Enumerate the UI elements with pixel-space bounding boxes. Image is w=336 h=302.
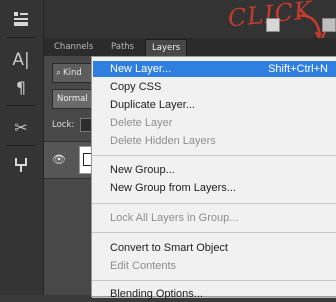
panel-tab-bar: Channels Paths Layers (44, 38, 336, 57)
filter-kind-label: Kind (63, 68, 82, 78)
lock-label: Lock: (52, 120, 75, 130)
menu-item-shortcut: Shift+Ctrl+N (268, 63, 328, 75)
tool-separator (6, 145, 36, 146)
menu-item-delete-hidden-layers: Delete Hidden Layers (110, 135, 216, 147)
menu-divider (92, 203, 336, 204)
menu-item-label: New Layer... (110, 63, 172, 75)
menu-item-edit-contents: Edit Contents (110, 260, 177, 272)
menu-item-duplicate-layer[interactable]: Duplicate Layer... (110, 97, 327, 113)
menu-divider (92, 280, 336, 281)
tool-strip: A| ¶ ✂ (0, 0, 44, 295)
tool-presets-icon[interactable]: ✂ (9, 115, 33, 139)
menu-item-delete-layer: Delete Layer (110, 117, 173, 129)
panel-close-icon[interactable] (322, 18, 336, 32)
tab-channels[interactable]: Channels (48, 39, 99, 56)
visibility-eye-icon[interactable]: 👁 (52, 153, 68, 166)
menu-item-lock-all-layers: Lock All Layers in Group... (110, 212, 239, 224)
search-icon: ⌕ (56, 68, 62, 78)
tab-layers[interactable]: Layers (145, 39, 188, 57)
menu-item-blending-options[interactable]: Blending Options... (110, 286, 327, 302)
character-icon[interactable]: A| (9, 48, 33, 72)
menu-item-new-group-from-layers[interactable]: New Group from Layers... (110, 180, 327, 196)
menu-item-new-layer[interactable]: New Layer... Shift+Ctrl+N (93, 61, 336, 77)
layers-panel-menu: New Layer... Shift+Ctrl+N Copy CSS Dupli… (91, 56, 336, 300)
tab-paths[interactable]: Paths (105, 39, 140, 56)
menu-divider (92, 232, 336, 233)
tool-separator (6, 37, 36, 38)
menu-item-convert-smart-object[interactable]: Convert to Smart Object (110, 240, 327, 256)
tool-separator (6, 105, 36, 106)
menu-divider (92, 155, 336, 156)
menu-item-copy-css[interactable]: Copy CSS (110, 79, 327, 95)
paragraph-icon[interactable]: ¶ (9, 75, 33, 99)
properties-icon[interactable] (9, 7, 33, 31)
menu-item-new-group[interactable]: New Group... (110, 162, 327, 178)
clone-source-icon[interactable] (9, 153, 33, 177)
panel-collapse-icon[interactable] (266, 18, 280, 32)
